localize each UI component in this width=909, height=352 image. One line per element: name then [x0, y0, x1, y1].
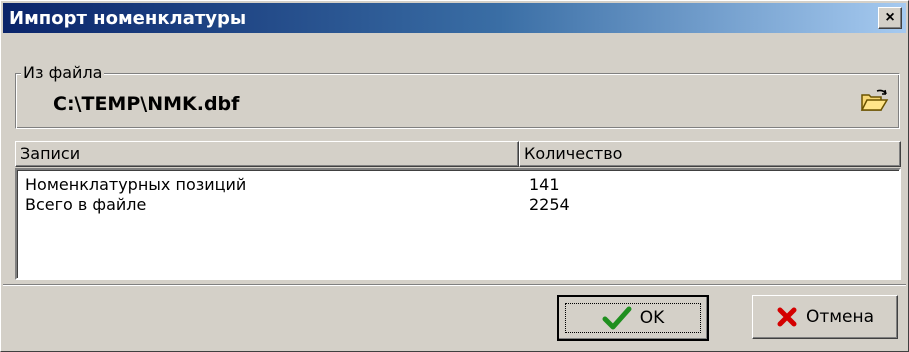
browse-button[interactable] [859, 88, 889, 114]
record-name: Всего в файле [25, 195, 147, 214]
ok-button-label: OK [639, 308, 665, 328]
cancel-button[interactable]: Отмена [752, 295, 898, 339]
import-nomenclature-dialog: Импорт номенклатуры × Из файла C:\TEMP\N… [0, 0, 909, 352]
cross-icon [777, 307, 797, 327]
source-file-legend: Из файла [21, 63, 105, 82]
column-header-records[interactable]: Записи [15, 141, 519, 167]
checkmark-icon [602, 306, 632, 330]
column-header-count[interactable]: Количество [519, 141, 901, 167]
records-grid[interactable]: Номенклатурных позиций 141 Всего в файле… [15, 168, 901, 280]
file-path: C:\TEMP\NMK.dbf [53, 93, 240, 115]
record-count: 2254 [529, 195, 570, 214]
title-bar[interactable]: Импорт номенклатуры × [3, 3, 906, 33]
column-header-label: Записи [20, 144, 81, 163]
window-title: Импорт номенклатуры [9, 8, 247, 29]
folder-open-icon [860, 89, 889, 111]
cancel-button-label: Отмена [805, 307, 875, 327]
records-grid-header: Записи Количество [15, 141, 901, 167]
close-button[interactable]: × [878, 7, 902, 29]
column-header-label: Количество [524, 144, 623, 163]
close-icon: × [885, 9, 895, 26]
ok-button[interactable]: OK [557, 295, 709, 341]
record-name: Номенклатурных позиций [25, 175, 247, 194]
record-count: 141 [529, 175, 560, 194]
footer-divider [3, 284, 906, 286]
focus-rect [565, 303, 701, 333]
